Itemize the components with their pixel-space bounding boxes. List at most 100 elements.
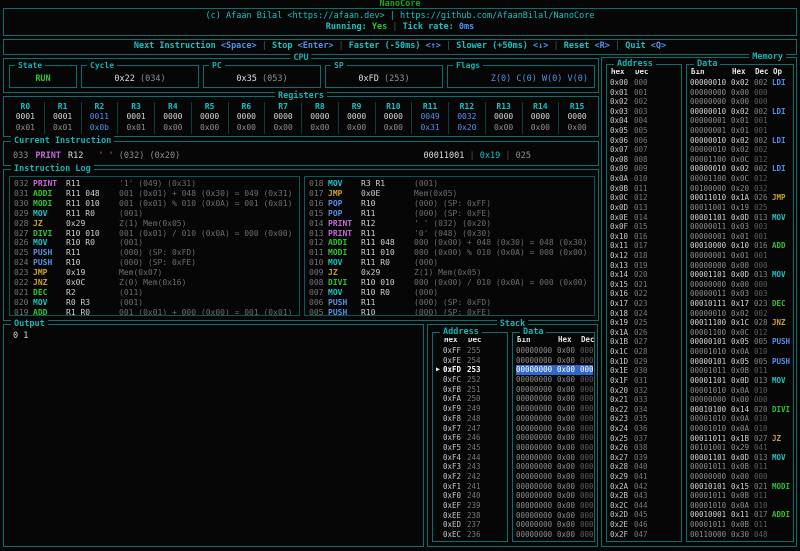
register-name: R13 <box>486 102 522 112</box>
control-reset[interactable]: Reset <R> <box>564 41 610 51</box>
header-panel: (c) Afaan Bilal <https://afaan.dev> | ht… <box>3 8 797 36</box>
memory-data-row: 000000010x01001 <box>690 116 792 126</box>
log-entry-args: R1 R0 <box>66 308 119 316</box>
stack-addr-dec: 245 <box>467 443 481 453</box>
register-r13: R1300000x00 <box>485 102 522 134</box>
register-value-hex: 0x00 <box>229 123 265 133</box>
log-entry-number: 028 <box>14 219 33 229</box>
control-quit[interactable]: Quit <Q> <box>625 41 666 51</box>
memory-address-row: 0x0F015 <box>610 222 680 232</box>
cpu-cycle-value: 0x22 (034) <box>82 74 198 84</box>
memory-value-dec: 000 <box>754 88 772 98</box>
memory-data-row: 000000010x01001 <box>690 126 792 136</box>
register-value-hex: 0x00 <box>192 123 228 133</box>
memory-data-list[interactable]: 000000100x02002LDI000000000x000000000000… <box>690 78 792 540</box>
memory-op: ADDI <box>772 510 790 519</box>
memory-value-dec: 010 <box>754 501 772 511</box>
memory-value-dec: 025 <box>754 203 772 213</box>
memory-addr-hex: 0x23 <box>610 414 634 424</box>
memory-op: PUSH <box>772 337 790 346</box>
memory-value-bin: 00001100 <box>690 328 731 338</box>
log-entry-detail: (000) (SP: 0xFD) <box>119 248 295 258</box>
memory-value-dec: 027 <box>754 434 772 444</box>
stack-address-row: 0xF5245 <box>443 443 506 453</box>
memory-addr-dec: 041 <box>634 472 648 482</box>
memory-value-dec: 041 <box>754 443 772 453</box>
memory-op: JNZ <box>772 318 786 327</box>
memory-addr-dec: 028 <box>634 347 648 357</box>
instruction-log-left-column[interactable]: 032PRINTR11'1' (049) (0x31)031ADDIR11 04… <box>9 176 300 316</box>
memory-addr-dec: 036 <box>634 424 648 434</box>
stack-address-box: Address HexDec 0xFF2550xFE254▶0xFD2530xF… <box>432 332 508 542</box>
log-entry-args: R12 <box>361 219 414 229</box>
log-entry-number: 029 <box>14 209 33 219</box>
memory-header-hex: Hex <box>732 67 755 76</box>
memory-value-dec: 011 <box>754 491 772 501</box>
memory-value-hex: 0x05 <box>731 337 754 347</box>
memory-addr-dec: 002 <box>634 97 648 107</box>
log-entry-op: POP <box>328 199 361 209</box>
memory-op: LDI <box>772 164 786 173</box>
control-faster-50ms-[interactable]: Faster (-50ms) <↑> <box>349 41 441 51</box>
controls-separator: | <box>441 41 456 51</box>
log-entry-detail: (000) <box>414 258 590 268</box>
register-value-dec: 0049 <box>412 112 448 122</box>
memory-op: MOV <box>772 270 786 279</box>
memory-value-bin: 00000011 <box>690 222 731 232</box>
memory-value-hex: 0x00 <box>731 97 754 107</box>
log-entry-detail: Z(0) Mem(0x16) <box>119 278 295 288</box>
log-entry-detail: (001) <box>414 179 590 189</box>
memory-addr-dec: 005 <box>634 126 648 136</box>
memory-value-bin: 00001101 <box>690 270 731 280</box>
memory-addr-hex: 0x2B <box>610 491 634 501</box>
stack-value-dec: 000 <box>580 472 593 482</box>
stack-value-bin: 00000000 <box>516 453 557 463</box>
memory-data-row: 000011000x0C012 <box>690 328 792 338</box>
cpu-sp-label: SP <box>331 60 347 71</box>
memory-value-dec: 002 <box>754 164 772 174</box>
register-value-hex: 0x00 <box>265 123 301 133</box>
memory-data-row: 000010110x0B011 <box>690 491 792 501</box>
memory-address-list[interactable]: 0x000000x010010x020020x030030x040040x050… <box>610 78 680 540</box>
memory-value-bin: 00000101 <box>690 337 731 347</box>
log-entry-op: JZ <box>328 268 361 278</box>
memory-value-hex: 0x03 <box>731 289 754 299</box>
memory-value-hex: 0x00 <box>731 280 754 290</box>
stack-value-hex: 0x00 <box>557 394 580 404</box>
memory-addr-dec: 042 <box>634 482 648 492</box>
control-next-instruction[interactable]: Next Instruction <Space> <box>134 41 257 51</box>
memory-addr-hex: 0x1E <box>610 366 634 376</box>
cycle-hex: 0x22 <box>114 74 134 84</box>
stack-data-list[interactable]: 000000000x00000000000000x00000000000000x… <box>516 346 593 540</box>
memory-addr-hex: 0x03 <box>610 107 634 117</box>
memory-value-hex: 0x29 <box>731 443 754 453</box>
memory-value-dec: 005 <box>754 337 772 347</box>
memory-addr-dec: 012 <box>634 193 648 203</box>
memory-addr-hex: 0x20 <box>610 386 634 396</box>
memory-value-dec: 021 <box>754 482 772 492</box>
control-stop[interactable]: Stop <Enter> <box>272 41 333 51</box>
memory-addr-hex: 0x09 <box>610 164 634 174</box>
memory-value-bin: 00001011 <box>690 520 731 530</box>
log-entry-number: 013 <box>309 229 328 239</box>
register-name: R9 <box>339 102 375 112</box>
register-value-hex: 0x00 <box>302 123 338 133</box>
stack-addr-dec: 237 <box>467 520 481 530</box>
instruction-log-right-column[interactable]: 018MOVR3 R1(001)017JMP0x0EMem(0x05)016PO… <box>304 176 595 316</box>
memory-addr-dec: 043 <box>634 491 648 501</box>
current-encoding: 00011001 | 0x19 | 025 <box>423 151 531 161</box>
log-entry-args: 0x0C <box>66 278 119 288</box>
stack-value-dec: 000 <box>580 385 593 395</box>
stack-addr-hex: 0xF6 <box>443 433 467 443</box>
memory-value-bin: 00000010 <box>690 164 731 174</box>
stack-address-list[interactable]: 0xFF2550xFE254▶0xFD2530xFC2520xFB2510xFA… <box>436 346 506 540</box>
memory-data-row: 000000010x01001 <box>690 232 792 242</box>
instruction-log-title: Instruction Log <box>11 164 94 175</box>
memory-addr-hex: 0x2F <box>610 530 634 540</box>
memory-address-row: 0x27039 <box>610 453 680 463</box>
memory-value-bin: 00000000 <box>690 280 731 290</box>
memory-data-row: 000101110x17023DEC <box>690 299 792 309</box>
log-entry-op: MOV <box>328 288 361 298</box>
control-slower-50ms-[interactable]: Slower (+50ms) <↓> <box>456 41 548 51</box>
memory-value-dec: 016 <box>754 241 772 251</box>
